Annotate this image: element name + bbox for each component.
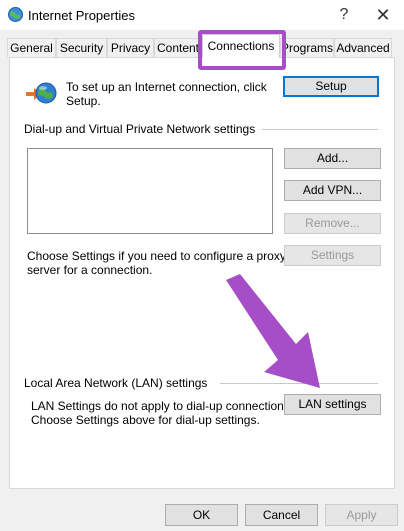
proxy-text-line1: Choose Settings if you need to configure… <box>27 249 286 263</box>
internet-options-icon <box>8 7 23 22</box>
tab-programs[interactable]: Programs <box>280 38 334 57</box>
close-button[interactable]: ✕ <box>366 2 400 28</box>
tab-security[interactable]: Security <box>56 38 107 57</box>
dialup-group-divider <box>262 129 378 130</box>
add-vpn-button[interactable]: Add VPN... <box>284 180 381 201</box>
lan-heading: Local Area Network (LAN) settings <box>24 376 208 390</box>
add-button[interactable]: Add... <box>284 148 381 169</box>
cancel-button[interactable]: Cancel <box>245 504 318 526</box>
help-button[interactable]: ? <box>330 2 358 28</box>
setup-button[interactable]: Setup <box>283 76 379 97</box>
settings-button[interactable]: Settings <box>284 245 381 266</box>
setup-text-line2: Setup. <box>66 94 101 108</box>
proxy-text-line2: server for a connection. <box>27 263 153 277</box>
connections-listbox[interactable] <box>27 148 273 234</box>
annotation-arrow-icon <box>226 274 320 388</box>
lan-text-line2: Choose Settings above for dial-up settin… <box>31 413 260 427</box>
window-title: Internet Properties <box>28 8 135 23</box>
globe-network-icon <box>26 82 57 104</box>
dialup-vpn-heading: Dial-up and Virtual Private Network sett… <box>24 122 256 136</box>
lan-text-line1: LAN Settings do not apply to dial-up con… <box>31 399 294 413</box>
title-bar: Internet Properties ? ✕ <box>0 0 404 30</box>
ok-button[interactable]: OK <box>165 504 238 526</box>
tab-privacy[interactable]: Privacy <box>107 38 154 57</box>
setup-text-line1: To set up an Internet connection, click <box>66 80 267 94</box>
apply-button[interactable]: Apply <box>325 504 398 526</box>
tab-general[interactable]: General <box>7 38 56 57</box>
connections-tab-highlight <box>198 30 286 70</box>
tab-content[interactable]: Content <box>154 38 202 57</box>
remove-button[interactable]: Remove... <box>284 213 381 234</box>
tab-advanced[interactable]: Advanced <box>334 38 392 57</box>
